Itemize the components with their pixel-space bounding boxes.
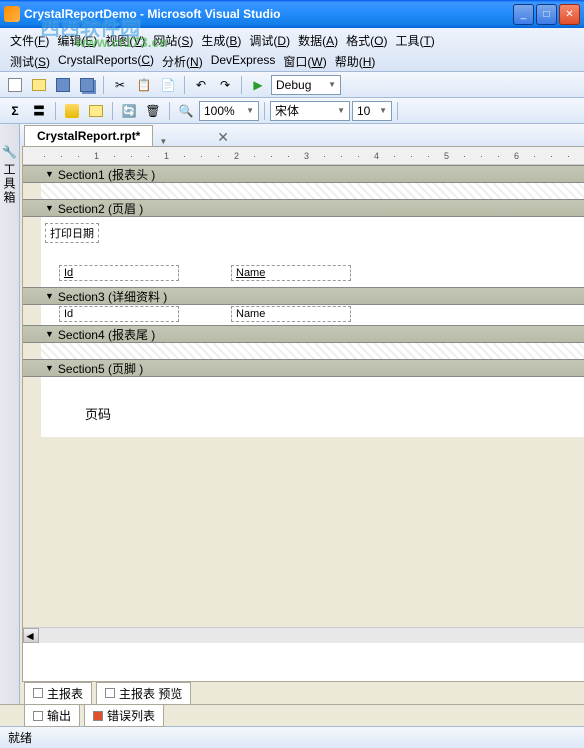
statusbar: 就绪 <box>0 726 584 748</box>
config-combo[interactable]: Debug▼ <box>271 75 341 95</box>
section4-header[interactable]: ▼Section4 (报表尾 ) <box>23 325 584 343</box>
document-tabs: CrystalReport.rpt* ▼ ✕ <box>20 124 584 146</box>
h-scrollbar[interactable]: ◄► <box>23 627 584 643</box>
folder-button[interactable] <box>85 100 107 122</box>
cut-button[interactable]: ✂ <box>109 74 131 96</box>
tab-output[interactable]: 输出 <box>24 704 80 727</box>
refresh-button[interactable]: 🔄 <box>118 100 140 122</box>
undo-button[interactable]: ↶ <box>190 74 212 96</box>
minimize-button[interactable]: _ <box>513 4 534 25</box>
menu-生成[interactable]: 生成(B) <box>197 30 245 51</box>
tab-preview[interactable]: 主报表 预览 <box>96 682 191 705</box>
report-canvas[interactable]: ···1···1···2···3···4···5···6···7···8 ▼Se… <box>22 146 584 682</box>
maximize-button[interactable]: □ <box>536 4 557 25</box>
app-icon <box>4 6 20 22</box>
tab-close-button[interactable]: ✕ <box>217 129 229 146</box>
tab-dropdown[interactable]: ▼ <box>159 137 167 146</box>
new-button[interactable] <box>4 74 26 96</box>
tab-main-report[interactable]: 主报表 <box>24 682 92 705</box>
field-header-id[interactable]: Id <box>59 265 179 281</box>
menu-分析[interactable]: 分析(N) <box>158 51 207 72</box>
menu-网站[interactable]: 网站(S) <box>149 30 197 51</box>
field-detail-id[interactable]: Id <box>59 306 179 322</box>
window-title: CrystalReportDemo - Microsoft Visual Stu… <box>24 7 513 21</box>
open-button[interactable] <box>28 74 50 96</box>
group-button[interactable]: 〓 <box>28 100 50 122</box>
toolbox-strip[interactable]: 🔧 工具箱 <box>0 124 20 704</box>
menu-CrystalReports[interactable]: CrystalReports(C) <box>54 51 158 72</box>
menu-数据[interactable]: 数据(A) <box>294 30 342 51</box>
menu-编辑[interactable]: 编辑(E) <box>53 30 101 51</box>
field-print-date[interactable]: 打印日期 <box>45 223 99 243</box>
ruler: ···1···1···2···3···4···5···6···7···8 <box>23 147 584 165</box>
save-all-button[interactable] <box>76 74 98 96</box>
redo-button[interactable]: ↷ <box>214 74 236 96</box>
titlebar: CrystalReportDemo - Microsoft Visual Stu… <box>0 0 584 28</box>
menubar: 文件(F)编辑(E)视图(V)网站(S)生成(B)调试(D)数据(A)格式(O)… <box>0 28 584 72</box>
size-combo[interactable]: 10▼ <box>352 101 392 121</box>
copy-button[interactable]: 📋 <box>133 74 155 96</box>
menu-视图[interactable]: 视图(V) <box>101 30 149 51</box>
font-combo[interactable]: 宋体▼ <box>270 101 350 121</box>
doc-tab-report[interactable]: CrystalReport.rpt* <box>24 125 153 146</box>
section3-header[interactable]: ▼Section3 (详细资料 ) <box>23 287 584 305</box>
menu-窗口[interactable]: 窗口(W) <box>279 51 330 72</box>
sigma-button[interactable]: Σ <box>4 100 26 122</box>
menu-调试[interactable]: 调试(D) <box>245 30 294 51</box>
zoom-combo[interactable]: 100%▼ <box>199 101 259 121</box>
section2-header[interactable]: ▼Section2 (页眉 ) <box>23 199 584 217</box>
section5-header[interactable]: ▼Section5 (页脚 ) <box>23 359 584 377</box>
menu-测试[interactable]: 测试(S) <box>6 51 54 72</box>
toolbar-main: ✂ 📋 📄 ↶ ↷ ▶ Debug▼ <box>0 72 584 98</box>
close-button[interactable]: ✕ <box>559 4 580 25</box>
tab-errors[interactable]: 错误列表 <box>84 704 164 727</box>
menu-文件[interactable]: 文件(F) <box>6 30 53 51</box>
section1-header[interactable]: ▼Section1 (报表头 ) <box>23 165 584 183</box>
zoom-button[interactable]: 🔍 <box>175 100 197 122</box>
field-header-name[interactable]: Name <box>231 265 351 281</box>
clear-button[interactable]: 🗑 <box>142 100 164 122</box>
db-button[interactable] <box>61 100 83 122</box>
field-page-number[interactable]: 页码 <box>81 403 115 424</box>
save-button[interactable] <box>52 74 74 96</box>
toolbar-format: Σ 〓 🔄 🗑 🔍 100%▼ 宋体▼ 10▼ <box>0 98 584 124</box>
menu-DevExpress[interactable]: DevExpress <box>207 51 280 72</box>
run-button[interactable]: ▶ <box>247 74 269 96</box>
field-detail-name[interactable]: Name <box>231 306 351 322</box>
status-text: 就绪 <box>8 729 32 746</box>
paste-button[interactable]: 📄 <box>157 74 179 96</box>
menu-格式[interactable]: 格式(O) <box>342 30 391 51</box>
menu-工具[interactable]: 工具(T) <box>391 30 438 51</box>
menu-帮助[interactable]: 帮助(H) <box>331 51 380 72</box>
